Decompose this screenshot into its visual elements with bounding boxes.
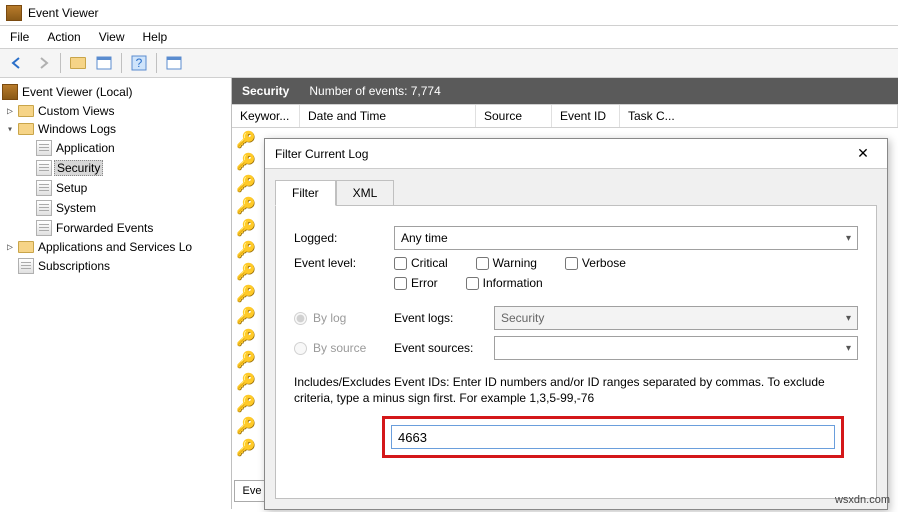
show-tree-button[interactable] xyxy=(67,52,89,74)
dialog-tabs: Filter XML xyxy=(265,169,887,205)
tab-filter-body: Logged: Any time▾ Event level: Critical … xyxy=(275,205,877,499)
folder-icon xyxy=(18,105,34,117)
key-icon: 🔑 xyxy=(236,132,254,150)
dialog-title: Filter Current Log xyxy=(275,147,368,161)
log-icon xyxy=(36,160,52,176)
menu-action[interactable]: Action xyxy=(47,30,80,44)
svg-text:?: ? xyxy=(136,56,143,70)
label-logged: Logged: xyxy=(294,231,394,245)
help-button[interactable]: ? xyxy=(128,52,150,74)
key-icon: 🔑 xyxy=(236,374,254,392)
content-header-count: Number of events: 7,774 xyxy=(309,84,440,98)
col-taskcat[interactable]: Task C... xyxy=(620,105,898,127)
dialog-titlebar: Filter Current Log ✕ xyxy=(265,139,887,169)
key-icon: 🔑 xyxy=(236,330,254,348)
key-icon: 🔑 xyxy=(236,154,254,172)
tree-log-security[interactable]: Security xyxy=(2,158,229,178)
col-eventid[interactable]: Event ID xyxy=(552,105,620,127)
folder-icon xyxy=(70,57,86,69)
logged-dropdown[interactable]: Any time▾ xyxy=(394,226,858,250)
collapse-icon[interactable]: ▾ xyxy=(4,124,16,135)
toolbar: ? xyxy=(0,49,898,78)
check-error[interactable]: Error xyxy=(394,276,438,290)
folder-icon xyxy=(18,123,34,135)
toolbar-separator xyxy=(60,53,61,73)
tree-custom-views[interactable]: ▷Custom Views xyxy=(2,102,229,120)
key-icon: 🔑 xyxy=(236,242,254,260)
key-icon: 🔑 xyxy=(236,286,254,304)
tree-apps-services[interactable]: ▷Applications and Services Lo xyxy=(2,238,229,256)
label-event-logs: Event logs: xyxy=(394,311,494,325)
log-icon xyxy=(36,200,52,216)
close-button[interactable]: ✕ xyxy=(849,145,877,162)
menu-help[interactable]: Help xyxy=(143,30,168,44)
menu-view[interactable]: View xyxy=(99,30,125,44)
key-icon: 🔑 xyxy=(236,396,254,414)
menubar: File Action View Help xyxy=(0,26,898,49)
tab-filter[interactable]: Filter xyxy=(275,180,336,206)
tree-windows-logs[interactable]: ▾Windows Logs xyxy=(2,120,229,138)
log-icon xyxy=(36,180,52,196)
app-icon xyxy=(6,5,22,21)
tree-root[interactable]: Event Viewer (Local) xyxy=(2,82,229,102)
check-verbose[interactable]: Verbose xyxy=(565,256,626,270)
check-information[interactable]: Information xyxy=(466,276,543,290)
log-icon xyxy=(36,140,52,156)
window-title: Event Viewer xyxy=(28,6,98,20)
grid-header: Keywor... Date and Time Source Event ID … xyxy=(232,105,898,128)
radio-by-source: By source xyxy=(294,341,394,355)
tab-xml[interactable]: XML xyxy=(336,180,395,206)
event-sources-dropdown[interactable]: ▾ xyxy=(494,336,858,360)
key-icon: 🔑 xyxy=(236,352,254,370)
check-warning[interactable]: Warning xyxy=(476,256,537,270)
content-header: Security Number of events: 7,774 xyxy=(232,78,898,104)
watermark: wsxdn.com xyxy=(835,494,890,506)
tree-log-setup[interactable]: Setup xyxy=(2,178,229,198)
panel-button[interactable] xyxy=(93,52,115,74)
content-header-name: Security xyxy=(242,84,289,98)
key-icon: 🔑 xyxy=(236,220,254,238)
col-date[interactable]: Date and Time xyxy=(300,105,476,127)
radio-by-log: By log xyxy=(294,311,394,325)
folder-icon xyxy=(18,241,34,253)
tree-log-application[interactable]: Application xyxy=(2,138,229,158)
event-id-highlight xyxy=(382,416,844,458)
label-event-sources: Event sources: xyxy=(394,341,494,355)
key-icon: 🔑 xyxy=(236,440,254,458)
log-icon xyxy=(36,220,52,236)
back-button[interactable] xyxy=(6,52,28,74)
event-logs-dropdown: Security▾ xyxy=(494,306,858,330)
tree-log-forwarded[interactable]: Forwarded Events xyxy=(2,218,229,238)
key-icon: 🔑 xyxy=(236,198,254,216)
label-event-level: Event level: xyxy=(294,256,394,270)
log-icon xyxy=(18,258,34,274)
menu-file[interactable]: File xyxy=(10,30,29,44)
col-source[interactable]: Source xyxy=(476,105,552,127)
toolbar-separator xyxy=(121,53,122,73)
check-critical[interactable]: Critical xyxy=(394,256,448,270)
chevron-down-icon: ▾ xyxy=(846,313,851,324)
chevron-down-icon: ▾ xyxy=(846,233,851,244)
app-icon xyxy=(2,84,18,100)
expand-icon[interactable]: ▷ xyxy=(4,242,16,253)
refresh-button[interactable] xyxy=(163,52,185,74)
tree-panel: Event Viewer (Local) ▷Custom Views ▾Wind… xyxy=(0,78,232,509)
titlebar: Event Viewer xyxy=(0,0,898,26)
forward-button[interactable] xyxy=(32,52,54,74)
toolbar-separator xyxy=(156,53,157,73)
tree-subscriptions[interactable]: Subscriptions xyxy=(2,256,229,276)
tree-log-system[interactable]: System xyxy=(2,198,229,218)
event-id-description: Includes/Excludes Event IDs: Enter ID nu… xyxy=(294,374,858,406)
chevron-down-icon: ▾ xyxy=(846,343,851,354)
filter-dialog: Filter Current Log ✕ Filter XML Logged: … xyxy=(264,138,888,510)
col-keywords[interactable]: Keywor... xyxy=(232,105,300,127)
key-icon: 🔑 xyxy=(236,308,254,326)
event-id-input[interactable] xyxy=(391,425,835,449)
keyword-column: 🔑 🔑 🔑 🔑 🔑 🔑 🔑 🔑 🔑 🔑 🔑 🔑 🔑 🔑 🔑 xyxy=(232,128,258,460)
expand-icon[interactable]: ▷ xyxy=(4,106,16,117)
key-icon: 🔑 xyxy=(236,264,254,282)
key-icon: 🔑 xyxy=(236,176,254,194)
key-icon: 🔑 xyxy=(236,418,254,436)
